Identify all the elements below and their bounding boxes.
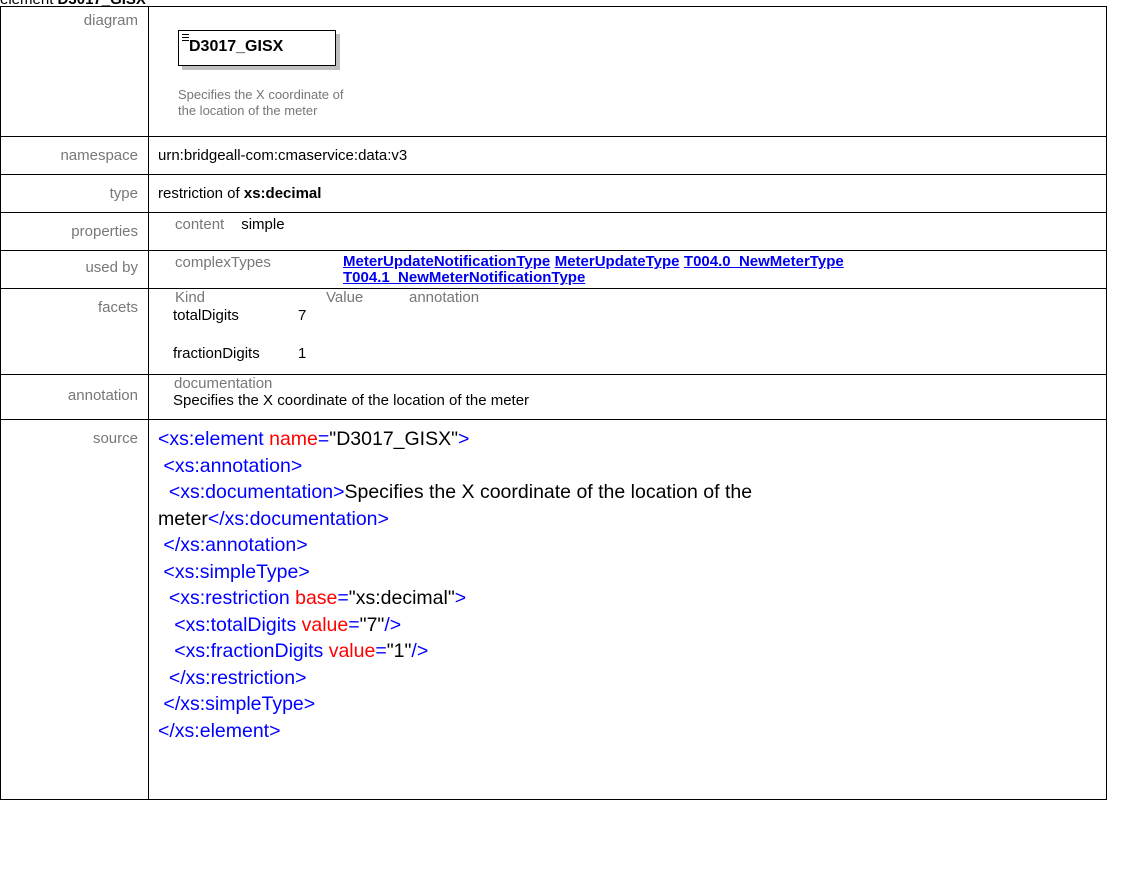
facet-value-total-digits: 7 bbox=[298, 307, 307, 324]
source-cell: <xs:element name="D3017_GISX"> <xs:annot… bbox=[148, 419, 1107, 800]
src-simpletype-tag: xs:simpleType bbox=[174, 560, 299, 583]
element-doc-table: diagram D3017_GISX Specifies the X coord… bbox=[0, 6, 1107, 800]
diagram-description-line2: the location of the meter bbox=[178, 103, 318, 118]
annotation-text: Specifies the X coordinate of the locati… bbox=[173, 392, 530, 409]
src-totaldigits-value-attr: value bbox=[301, 613, 349, 636]
facets-cell: Kind Value annotation totalDigits 7 frac… bbox=[148, 288, 1107, 375]
facets-header-value: Value bbox=[326, 289, 364, 306]
properties-value: simple bbox=[241, 216, 285, 233]
src-element-close: /xs:element bbox=[169, 719, 270, 742]
row-properties: properties content simple bbox=[0, 212, 1107, 251]
row-diagram: diagram D3017_GISX Specifies the X coord… bbox=[0, 6, 1107, 137]
src-documentation-tag: xs:documentation bbox=[180, 481, 334, 503]
diagram-description: Specifies the X coordinate of the locati… bbox=[178, 87, 378, 119]
src-fractiondigits-value: "1" bbox=[386, 640, 412, 662]
src-fractiondigits-tag: xs:fractionDigits bbox=[185, 640, 324, 662]
link-meter-update-notification-type[interactable]: MeterUpdateNotificationType bbox=[343, 253, 550, 270]
src-base-attr: base bbox=[295, 587, 338, 609]
src-restriction-tag: xs:restriction bbox=[180, 587, 290, 609]
row-namespace: namespace urn:bridgeall-com:cmaservice:d… bbox=[0, 136, 1107, 175]
facets-header-kind: Kind bbox=[175, 289, 206, 306]
src-name-value: "D3017_GISX" bbox=[329, 428, 459, 450]
src-element-tag: xs:element bbox=[169, 428, 264, 450]
src-simpletype-close: /xs:simpleType bbox=[174, 693, 304, 715]
type-prefix: restriction of bbox=[158, 185, 244, 202]
src-fractiondigits-value-attr: value bbox=[328, 640, 376, 662]
label-diagram: diagram bbox=[0, 6, 149, 137]
label-annotation: annotation bbox=[0, 374, 149, 420]
label-namespace: namespace bbox=[0, 136, 149, 175]
annotation-cell: documentation Specifies the X coordinate… bbox=[148, 374, 1107, 420]
src-restriction-close: /xs:restriction bbox=[180, 666, 296, 689]
src-totaldigits-tag: xs:totalDigits bbox=[185, 613, 297, 636]
link-t004-1-new-meter-notification-type[interactable]: T004.1_NewMeterNotificationType bbox=[343, 269, 585, 286]
facet-value-fraction-digits: 1 bbox=[298, 345, 307, 362]
label-source: source bbox=[0, 419, 149, 800]
src-annotation-close: /xs:annotation bbox=[174, 534, 297, 556]
source-code: <xs:element name="D3017_GISX"> <xs:annot… bbox=[158, 428, 753, 742]
src-documentation-text-a: Specifies the X coordinate of the locati… bbox=[344, 481, 753, 503]
src-totaldigits-value: "7" bbox=[359, 613, 385, 636]
row-annotation: annotation documentation Specifies the X… bbox=[0, 374, 1107, 420]
facets-header-annotation: annotation bbox=[409, 289, 480, 306]
diagram-cell: D3017_GISX Specifies the X coordinate of… bbox=[148, 6, 1107, 137]
link-meter-update-type[interactable]: MeterUpdateType bbox=[555, 253, 680, 270]
used-by-category: complexTypes bbox=[175, 254, 271, 271]
row-type: type restriction of xs:decimal bbox=[0, 174, 1107, 213]
diagram: D3017_GISX Specifies the X coordinate of… bbox=[149, 7, 1106, 136]
diagram-description-line1: Specifies the X coordinate of bbox=[178, 87, 344, 102]
label-type: type bbox=[0, 174, 149, 213]
facet-kind-fraction-digits: fractionDigits bbox=[173, 345, 260, 362]
facet-kind-total-digits: totalDigits bbox=[173, 307, 239, 324]
row-facets: facets Kind Value annotation totalDigits… bbox=[0, 288, 1107, 375]
type-base: xs:decimal bbox=[243, 185, 322, 202]
element-box[interactable]: D3017_GISX bbox=[178, 30, 336, 66]
row-source: source <xs:element name="D3017_GISX"> <x… bbox=[0, 419, 1107, 800]
namespace-value: urn:bridgeall-com:cmaservice:data:v3 bbox=[148, 136, 1107, 175]
label-properties: properties bbox=[0, 212, 149, 251]
properties-key: content bbox=[175, 216, 225, 233]
src-annotation-tag: xs:annotation bbox=[174, 454, 291, 477]
link-t004-0-new-meter-type[interactable]: T004.0_NewMeterType bbox=[684, 253, 844, 270]
used-by-cell: complexTypes MeterUpdateNotificationType… bbox=[148, 250, 1107, 289]
element-menu-icon bbox=[182, 34, 189, 43]
label-used-by: used by bbox=[0, 250, 149, 289]
row-used-by: used by complexTypes MeterUpdateNotifica… bbox=[0, 250, 1107, 289]
element-box-name: D3017_GISX bbox=[189, 38, 284, 55]
label-facets: facets bbox=[0, 288, 149, 375]
used-by-links: MeterUpdateNotificationType MeterUpdateT… bbox=[343, 254, 1073, 286]
facets-table: Kind Value annotation totalDigits 7 frac… bbox=[149, 289, 1106, 373]
src-documentation-text-b: meter bbox=[158, 507, 208, 530]
src-base-value: "xs:decimal" bbox=[348, 587, 455, 609]
src-documentation-close: /xs:documentation bbox=[219, 507, 378, 530]
type-value: restriction of xs:decimal bbox=[148, 174, 1107, 213]
properties-cell: content simple bbox=[148, 212, 1107, 251]
annotation-header: documentation bbox=[174, 375, 273, 392]
src-name-attr: name bbox=[269, 428, 318, 450]
